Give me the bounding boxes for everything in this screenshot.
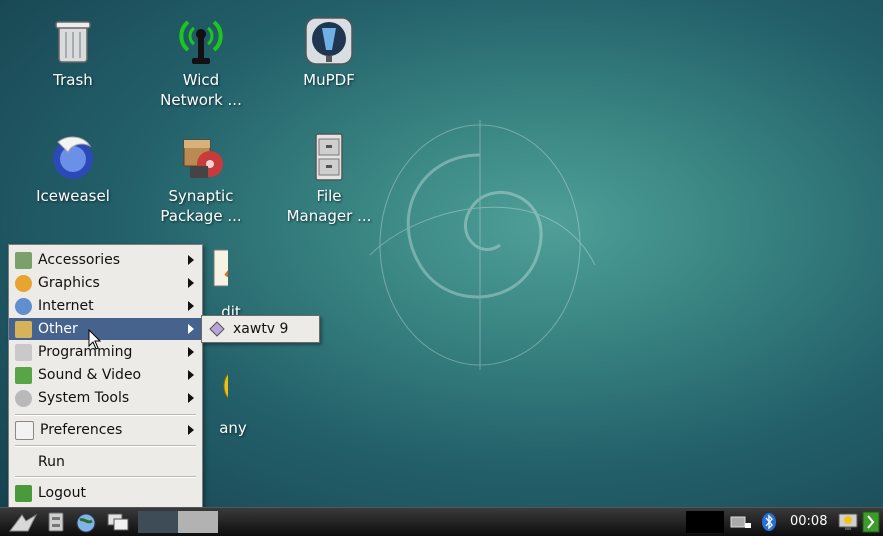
accessories-icon (15, 251, 32, 269)
cpu-monitor (686, 511, 724, 533)
windows-icon (107, 513, 129, 531)
submenu-arrow-icon (188, 324, 194, 334)
synaptic-package-icon (174, 130, 228, 184)
taskbar: 00:08 (0, 507, 883, 536)
start-menu-button[interactable] (8, 511, 38, 533)
graphics-palette-icon (15, 274, 32, 292)
bluetooth-icon[interactable] (762, 513, 776, 531)
file-manager-icon (48, 512, 64, 532)
menu-item-label: Sound & Video (38, 367, 142, 383)
menu-item-label: Preferences (40, 422, 123, 438)
taskbar-window-slot[interactable] (138, 511, 178, 533)
submenu-arrow-icon (188, 393, 194, 403)
xawtv-icon (209, 321, 225, 337)
other-category-icon (15, 320, 32, 338)
globe-icon (15, 297, 32, 315)
desktop-icon-file-manager[interactable]: File Manager ... (274, 130, 384, 226)
submenu-arrow-icon (188, 255, 194, 265)
menu-item-internet[interactable]: Internet (9, 295, 202, 317)
submenu-arrow-icon (188, 347, 194, 357)
logout-exit-icon (15, 484, 32, 502)
menu-item-graphics[interactable]: Graphics (9, 272, 202, 294)
logout-button[interactable] (862, 511, 880, 533)
submenu-arrow-icon (188, 278, 194, 288)
desktop-icon-label: File Manager ... (286, 187, 372, 225)
programming-icon (15, 343, 32, 361)
run-icon (15, 454, 32, 471)
menu-item-label: System Tools (38, 390, 130, 406)
menu-item-label: Accessories (38, 252, 121, 268)
menu-item-label: Graphics (38, 275, 100, 291)
system-gear-icon (15, 389, 32, 407)
lxde-start-icon (9, 513, 38, 532)
wicd-antenna-icon (174, 14, 228, 68)
desktop-icon-wicd[interactable]: Wicd Network ... (146, 14, 256, 110)
show-desktop-button[interactable] (106, 512, 130, 532)
desktop-icon-mupdf[interactable]: MuPDF (274, 14, 384, 90)
menu-item-label: Internet (38, 298, 94, 314)
menu-separator (15, 445, 196, 447)
desktop-icon-trash[interactable]: Trash (18, 14, 128, 90)
menu-separator (15, 414, 196, 416)
desktop-icon-label: Wicd Network ... (160, 71, 242, 109)
web-browser-launcher[interactable] (75, 512, 97, 534)
menu-item-system-tools[interactable]: System Tools (9, 387, 202, 409)
globe-icon (76, 513, 96, 533)
menu-item-label: Run (38, 454, 65, 470)
menu-item-preferences[interactable]: Preferences (9, 419, 202, 441)
mupdf-icon (302, 14, 356, 68)
submenu-item-xawtv[interactable]: xawtv 9 (233, 321, 288, 337)
multimedia-icon (15, 366, 32, 384)
network-status-icon[interactable] (730, 514, 752, 530)
menu-item-accessories[interactable]: Accessories (9, 249, 202, 271)
menu-item-other[interactable]: Other (9, 318, 202, 340)
menu-item-label: Programming (38, 344, 133, 360)
desktop-icon-label: Synaptic Package ... (160, 187, 242, 225)
menu-item-programming[interactable]: Programming (9, 341, 202, 363)
update-notifier-icon[interactable] (838, 512, 858, 532)
menu-item-run[interactable]: Run (9, 451, 202, 473)
clock[interactable]: 00:08 (790, 514, 827, 529)
taskbar-window-slot-active[interactable] (178, 511, 218, 533)
desktop-icon-label: MuPDF (303, 71, 355, 89)
menu-item-sound-video[interactable]: Sound & Video (9, 364, 202, 386)
submenu-arrow-icon (188, 370, 194, 380)
trash-icon (46, 14, 100, 68)
desktop-icon-iceweasel[interactable]: Iceweasel (18, 130, 128, 206)
preferences-icon (15, 420, 34, 440)
debian-swirl-wallpaper (360, 115, 600, 375)
menu-separator (15, 476, 196, 478)
mouse-cursor-icon (88, 328, 102, 351)
submenu-arrow-icon (188, 301, 194, 311)
menu-item-label: Logout (38, 485, 86, 501)
other-submenu: xawtv 9 (201, 315, 320, 343)
desktop-icon-synaptic[interactable]: Synaptic Package ... (146, 130, 256, 226)
menu-item-logout[interactable]: Logout (9, 482, 202, 504)
menu-item-label: Other (38, 321, 78, 337)
desktop-icon-label: Iceweasel (36, 187, 110, 205)
application-menu: Accessories Graphics Internet Other Prog… (8, 244, 203, 510)
file-cabinet-icon (302, 130, 356, 184)
submenu-arrow-icon (188, 425, 194, 435)
desktop-icon-label: Trash (53, 71, 93, 89)
iceweasel-icon (46, 130, 100, 184)
exit-icon (862, 511, 880, 533)
file-manager-launcher[interactable] (46, 512, 66, 532)
